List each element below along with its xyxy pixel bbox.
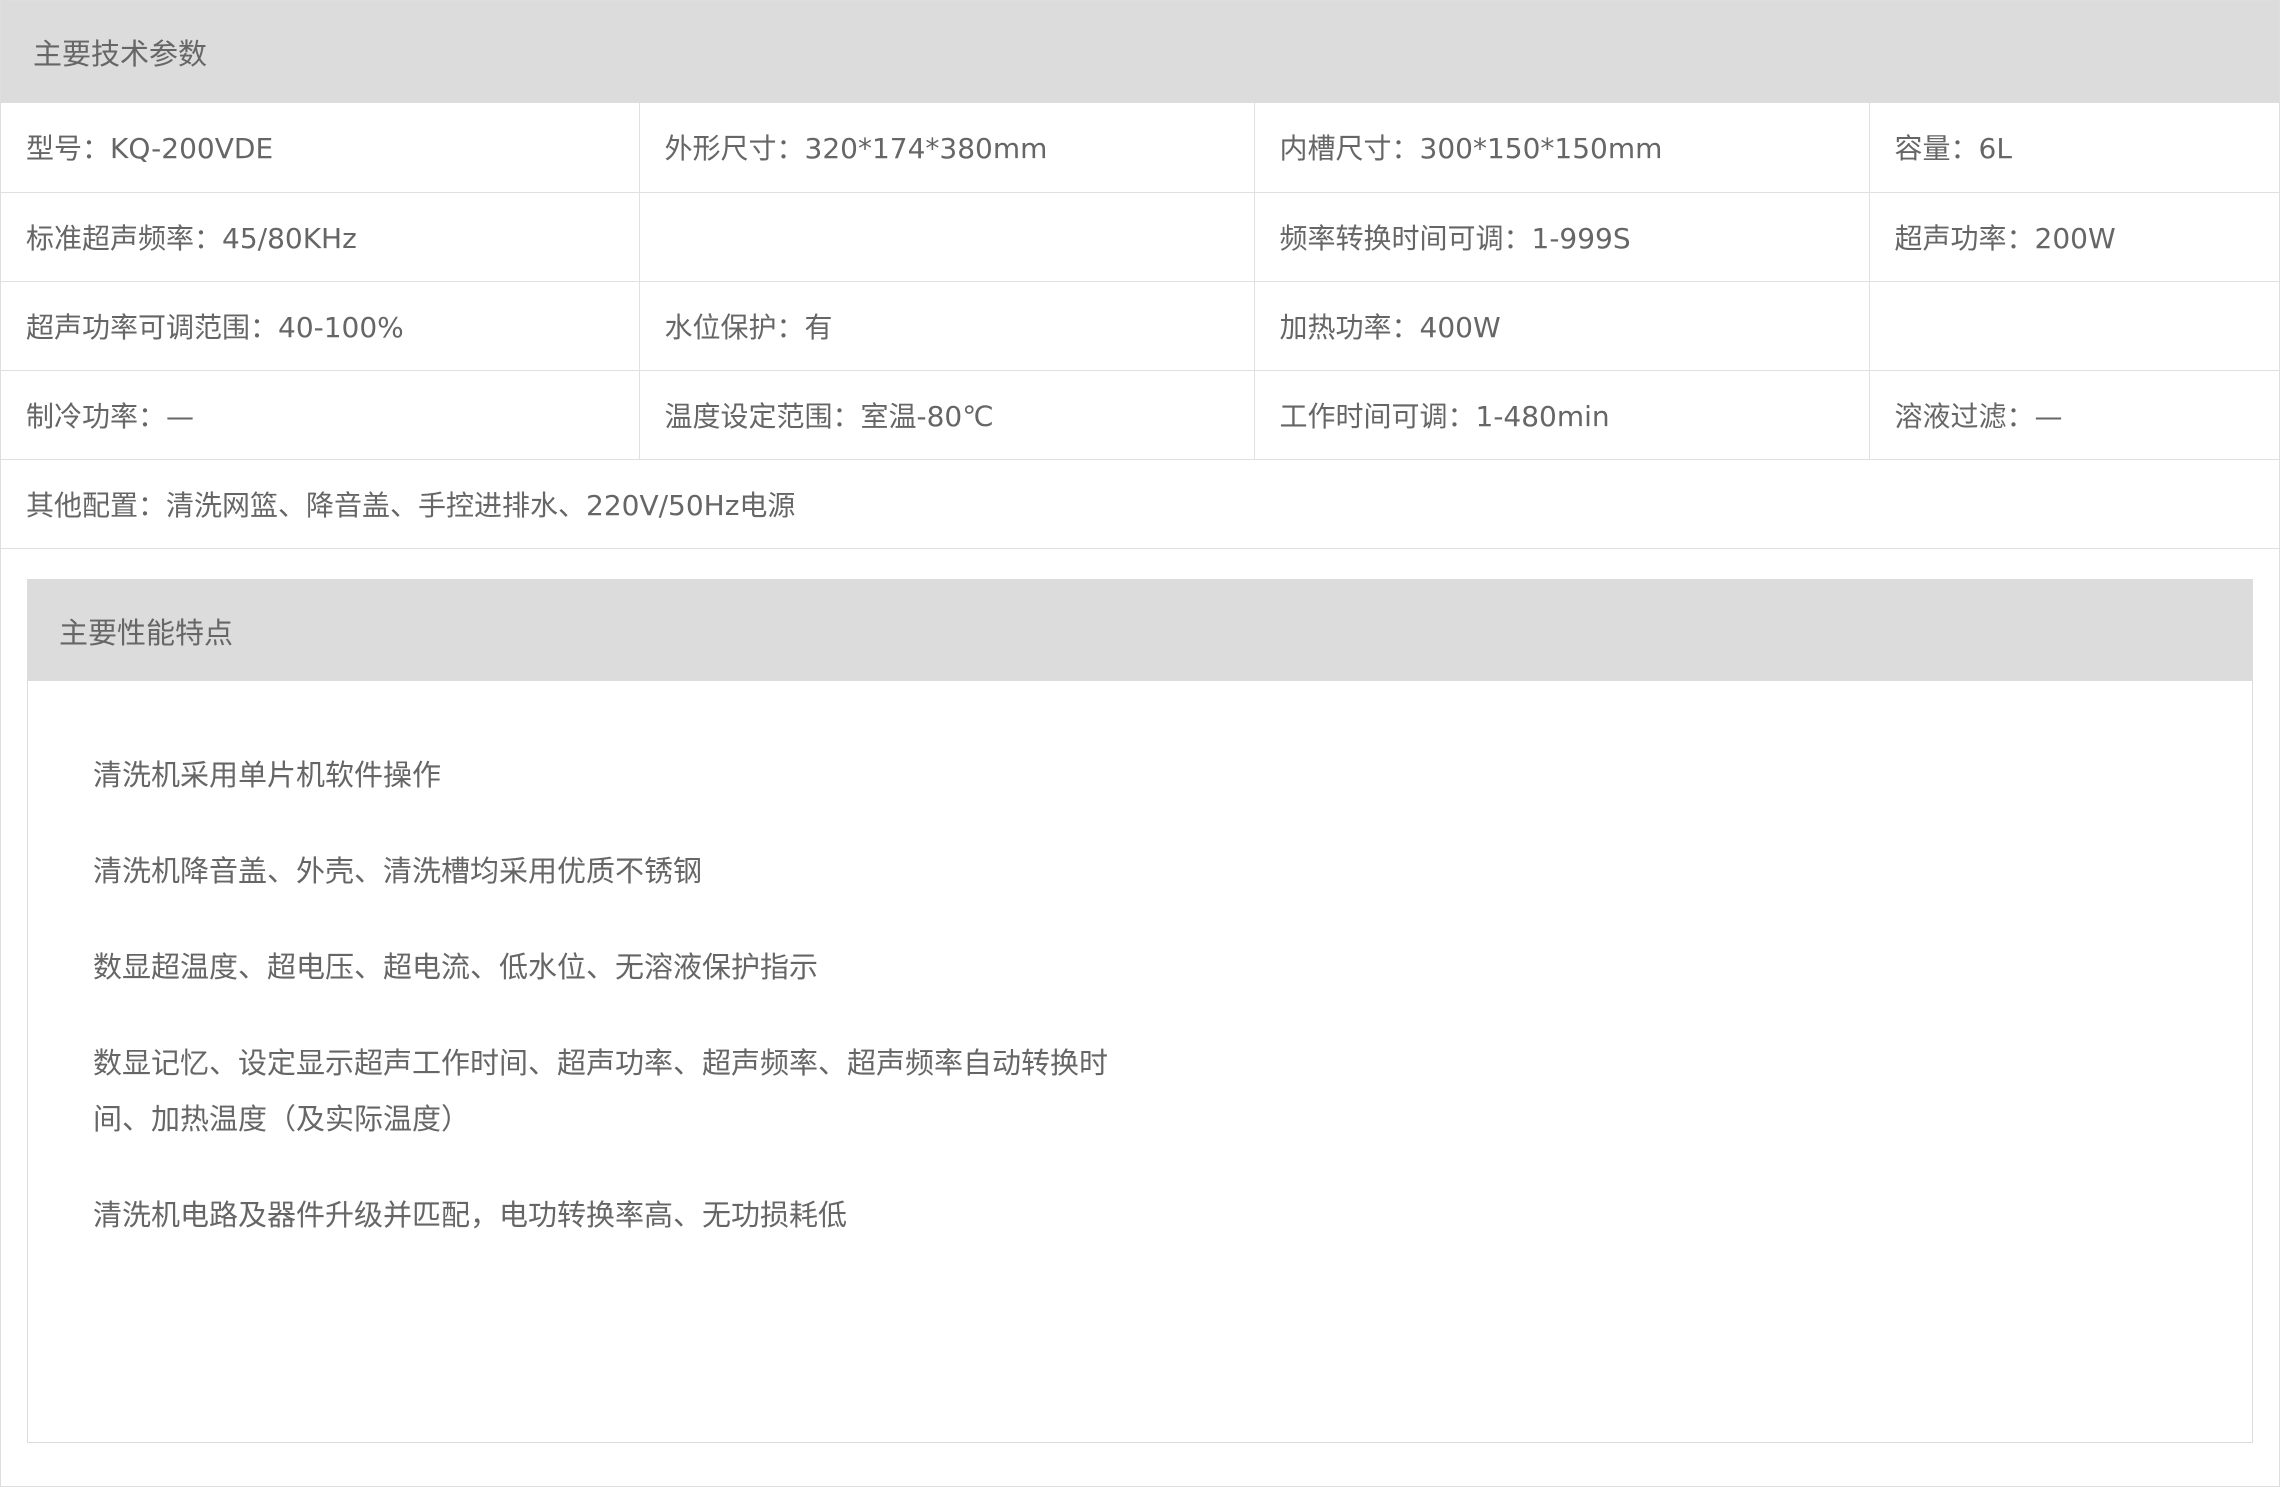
table-row: 型号：KQ-200VDE 外形尺寸：320*174*380mm 内槽尺寸：300…: [1, 103, 2279, 193]
specs-section-title: 主要技术参数: [1, 1, 2279, 103]
table-row: 制冷功率：— 温度设定范围：室温-80℃ 工作时间可调：1-480min 溶液过…: [1, 370, 2279, 460]
spec-model: 型号：KQ-200VDE: [1, 103, 640, 193]
spec-frequency-switch-time: 频率转换时间可调：1-999S: [1254, 192, 1870, 282]
spec-ultrasonic-frequency: 标准超声频率：45/80KHz: [1, 192, 640, 282]
spec-power-adjust-range: 超声功率可调范围：40-100%: [1, 281, 640, 371]
table-row: 超声功率可调范围：40-100% 水位保护：有 加热功率：400W: [1, 281, 2279, 371]
spec-solution-filter: 溶液过滤：—: [1869, 370, 2279, 460]
features-section-title: 主要性能特点: [28, 580, 2252, 681]
spec-empty-cell: [1869, 281, 2279, 371]
spec-outer-dimensions: 外形尺寸：320*174*380mm: [639, 103, 1255, 193]
spec-capacity: 容量：6L: [1869, 103, 2279, 193]
spec-table: 型号：KQ-200VDE 外形尺寸：320*174*380mm 内槽尺寸：300…: [1, 103, 2279, 549]
spec-empty-cell: [639, 192, 1255, 282]
spec-water-level-protection: 水位保护：有: [639, 281, 1255, 371]
spec-heating-power: 加热功率：400W: [1254, 281, 1870, 371]
table-row: 标准超声频率：45/80KHz 频率转换时间可调：1-999S 超声功率：200…: [1, 192, 2279, 282]
spec-tank-dimensions: 内槽尺寸：300*150*150mm: [1254, 103, 1870, 193]
list-item: 清洗机采用单片机软件操作: [93, 758, 442, 792]
features-panel: 主要性能特点 清洗机采用单片机软件操作 清洗机降音盖、外壳、清洗槽均采用优质不锈…: [27, 579, 2253, 1443]
spec-temperature-range: 温度设定范围：室温-80℃: [639, 370, 1255, 460]
spec-ultrasonic-power: 超声功率：200W: [1869, 192, 2279, 282]
product-spec-page: 主要技术参数 型号：KQ-200VDE 外形尺寸：320*174*380mm 内…: [0, 0, 2280, 1487]
list-item: 清洗机电路及器件升级并匹配，电功转换率高、无功损耗低: [93, 1198, 848, 1232]
features-list: 清洗机采用单片机软件操作 清洗机降音盖、外壳、清洗槽均采用优质不锈钢 数显超温度…: [28, 681, 2252, 1243]
list-item: 数显超温度、超电压、超电流、低水位、无溶液保护指示: [93, 950, 819, 984]
list-item: 数显记忆、设定显示超声工作时间、超声功率、超声频率、超声频率自动转换时间、加热温…: [93, 1046, 1109, 1136]
spec-working-time: 工作时间可调：1-480min: [1254, 370, 1870, 460]
spec-cooling-power: 制冷功率：—: [1, 370, 640, 460]
table-row: 其他配置：清洗网篮、降音盖、手控进排水、220V/50Hz电源: [1, 459, 2279, 549]
spec-other-config: 其他配置：清洗网篮、降音盖、手控进排水、220V/50Hz电源: [1, 459, 2279, 549]
list-item: 清洗机降音盖、外壳、清洗槽均采用优质不锈钢: [93, 854, 703, 888]
